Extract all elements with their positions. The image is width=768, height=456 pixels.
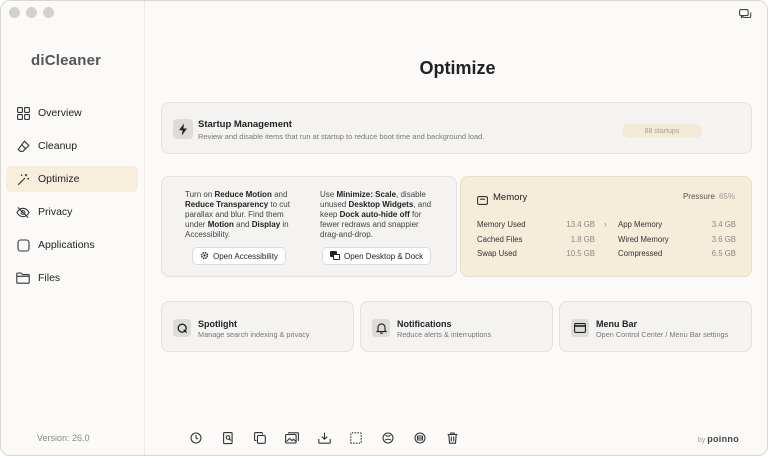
card-title: Menu Bar — [596, 319, 638, 329]
sidebar-item-applications[interactable]: Applications — [6, 232, 138, 258]
visual-tips-card: Turn on Reduce Motion and Reduce Transpa… — [161, 176, 457, 277]
card-description: Manage search indexing & privacy — [198, 330, 310, 339]
memory-chip-icon — [477, 192, 488, 210]
bell-icon — [372, 319, 390, 337]
magic-wand-icon — [16, 172, 30, 186]
lightning-icon — [173, 119, 193, 139]
sidebar: diCleaner Overview Cleanup Optimize Priv… — [1, 1, 144, 455]
spotlight-card[interactable]: Spotlight Manage search indexing & priva… — [161, 301, 354, 352]
card-title: Notifications — [397, 319, 452, 329]
bottom-toolbar — [189, 431, 459, 445]
memory-row: Cached Files 1.8 GB — [477, 235, 595, 244]
memory-row: Swap Used 10.5 GB — [477, 249, 595, 258]
copy-icon[interactable] — [253, 431, 267, 445]
sidebar-item-privacy[interactable]: Privacy — [6, 199, 138, 225]
photos-icon[interactable] — [285, 431, 299, 445]
clock-icon[interactable] — [189, 431, 203, 445]
dock-tip: Use Minimize: Scale, disable unused Desk… — [320, 190, 432, 239]
grid-icon — [16, 106, 30, 120]
sidebar-item-cleanup[interactable]: Cleanup — [6, 133, 138, 159]
download-tray-icon[interactable] — [317, 431, 331, 445]
sidebar-item-label: Optimize — [38, 173, 80, 185]
document-search-icon[interactable] — [221, 431, 235, 445]
sidebar-item-label: Files — [38, 272, 61, 284]
sidebar-item-files[interactable]: Files — [6, 265, 138, 291]
globe-icon[interactable] — [381, 431, 395, 445]
memory-row: Compressed 6.5 GB — [618, 249, 736, 258]
app-square-icon — [16, 238, 30, 252]
sidebar-nav: Overview Cleanup Optimize Privacy Applic… — [6, 100, 138, 298]
trash-icon[interactable] — [445, 431, 459, 445]
memory-row: Memory Used 13.4 GB — [477, 220, 595, 229]
eraser-icon — [16, 139, 30, 153]
main-content: Optimize Startup Management Review and d… — [144, 1, 767, 455]
startup-management-card[interactable]: Startup Management Review and disable it… — [161, 102, 752, 154]
eye-slash-icon — [16, 205, 30, 219]
menu-bar-card[interactable]: Menu Bar Open Control Center / Menu Bar … — [559, 301, 752, 352]
magnifier-icon — [173, 319, 191, 337]
notifications-card[interactable]: Notifications Reduce alerts & interrupti… — [360, 301, 553, 352]
startup-count-badge: 88 startups — [622, 124, 702, 138]
sidebar-item-label: Applications — [38, 239, 95, 251]
sidebar-item-label: Privacy — [38, 206, 73, 218]
sidebar-item-overview[interactable]: Overview — [6, 100, 138, 126]
card-description: Reduce alerts & interruptions — [397, 330, 492, 339]
sidebar-item-optimize[interactable]: Optimize — [6, 166, 138, 192]
memory-pressure: Pressure 65% — [682, 192, 735, 201]
version-label: Version: 26.0 — [37, 433, 90, 443]
open-accessibility-button[interactable]: Open Accessibility — [192, 247, 286, 265]
startup-description: Review and disable items that run at sta… — [198, 132, 485, 141]
folder-icon — [16, 271, 30, 285]
app-title: diCleaner — [31, 52, 102, 69]
memory-card[interactable]: Memory Pressure 65% Memory Used 13.4 GB Ca… — [460, 176, 752, 277]
developer-credit: by poinno — [697, 434, 739, 444]
gear-icon — [200, 251, 209, 262]
startup-title: Startup Management — [198, 119, 292, 130]
dashed-square-icon[interactable] — [349, 431, 363, 445]
window-icon — [571, 319, 589, 337]
memory-title: Memory — [493, 192, 528, 203]
desktop-dock-icon — [330, 250, 340, 262]
chevron-right-icon: › — [604, 219, 607, 229]
sidebar-item-label: Overview — [38, 107, 82, 119]
disk-icon[interactable] — [413, 431, 427, 445]
sidebar-item-label: Cleanup — [38, 140, 78, 152]
memory-row: App Memory 3.4 GB — [618, 220, 736, 229]
card-description: Open Control Center / Menu Bar settings — [596, 330, 729, 339]
app-window: diCleaner Overview Cleanup Optimize Priv… — [0, 0, 768, 456]
card-title: Spotlight — [198, 319, 237, 329]
accessibility-tip: Turn on Reduce Motion and Reduce Transpa… — [185, 190, 290, 239]
memory-row: Wired Memory 3.6 GB — [618, 235, 736, 244]
open-desktop-dock-button[interactable]: Open Desktop & Dock — [322, 247, 432, 265]
page-title: Optimize — [419, 58, 496, 78]
